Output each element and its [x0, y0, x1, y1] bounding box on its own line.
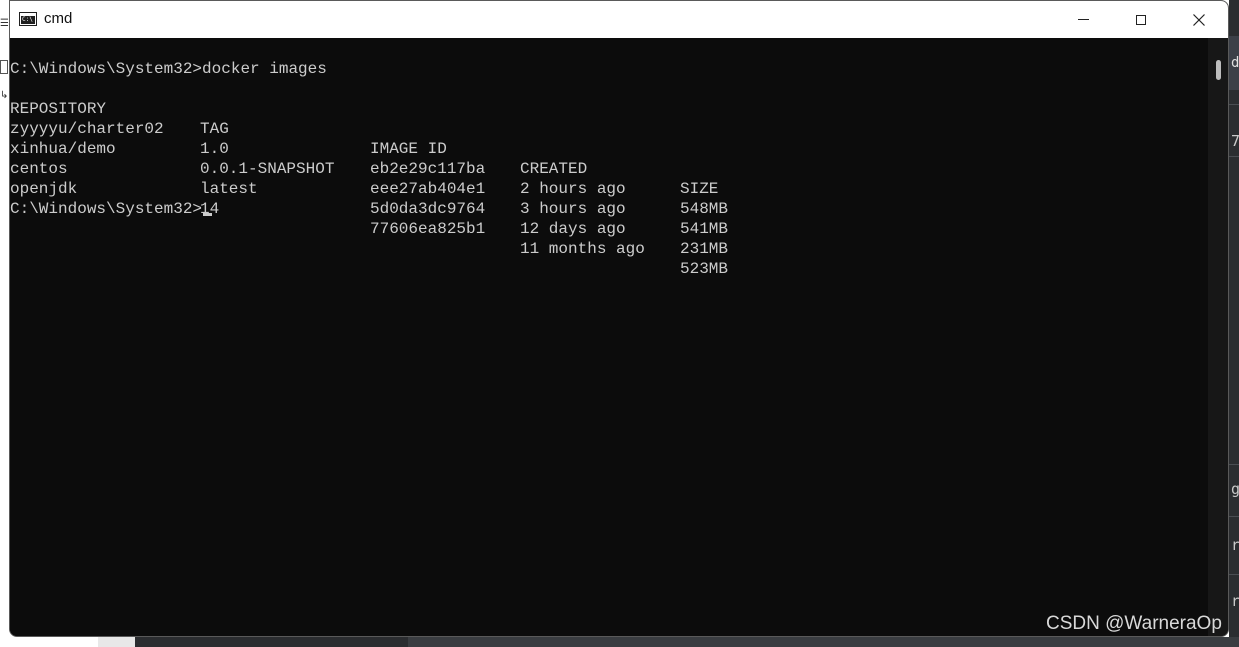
cell-size: 541MB [680, 220, 729, 238]
close-button[interactable] [1170, 1, 1228, 38]
minimize-button[interactable] [1054, 1, 1112, 38]
text-cursor [203, 213, 213, 216]
scrollbar-thumb[interactable] [1216, 60, 1221, 80]
background-divider [1229, 516, 1239, 517]
cell-tag: latest [200, 180, 258, 198]
table-row: centos latest 5d0da3dc9764 12 days ago 2… [10, 139, 1200, 258]
table-row: openjdk 14 77606ea825b1 11 months ago 52… [10, 159, 1200, 278]
cell-size: 231MB [680, 240, 729, 258]
prompt-text: C:\Windows\System32> [10, 200, 203, 218]
desktop: ☰ ↳ d 7 g r r C:\ cmd C:\Windows\System3… [0, 0, 1239, 647]
close-icon [1193, 13, 1205, 26]
cell-created: 12 days ago [520, 220, 626, 238]
command-line: C:\Windows\System32>docker images [10, 60, 327, 78]
background-right-tab: d [1229, 36, 1239, 90]
cell-image-id: 5d0da3dc9764 [370, 200, 486, 218]
background-right-char: r [1231, 536, 1239, 554]
cell-image-id: 77606ea825b1 [370, 220, 486, 238]
background-divider [1229, 156, 1239, 157]
background-divider [1229, 464, 1239, 465]
background-panel-icon [0, 60, 8, 74]
table-row: xinhua/demo 0.0.1-SNAPSHOT eee27ab404e1 … [10, 119, 1200, 238]
menu-icon: ☰ [0, 18, 9, 29]
title-bar[interactable]: C:\ cmd [10, 1, 1228, 38]
window-title: cmd [44, 10, 73, 27]
cell-created: 3 hours ago [520, 200, 626, 218]
cell-repository: openjdk [10, 180, 78, 198]
background-app-left: ☰ ↳ [0, 19, 9, 116]
background-divider [1229, 574, 1239, 575]
prompt-line[interactable]: C:\Windows\System32> [10, 199, 213, 219]
background-bottom-mid [408, 637, 1239, 647]
console-icon-glyph: C:\ [21, 16, 35, 24]
background-right-char: d [1231, 55, 1239, 71]
table-header: REPOSITORY TAG IMAGE ID CREATED SIZE [10, 79, 1200, 198]
minimize-icon [1077, 19, 1089, 20]
background-right-char: r [1231, 592, 1239, 610]
watermark: CSDN @WarneraOp [1046, 613, 1222, 634]
background-divider [1229, 104, 1239, 105]
vertical-scrollbar[interactable] [1208, 38, 1228, 636]
header-size: SIZE [680, 180, 719, 198]
cell-size: 523MB [680, 260, 729, 278]
cell-created: 11 months ago [520, 240, 645, 258]
background-right-char: 7 [1231, 132, 1239, 150]
cell-created: 2 hours ago [520, 180, 626, 198]
background-right-char: g [1231, 480, 1239, 498]
maximize-icon [1136, 14, 1146, 25]
pointer-icon: ↳ [0, 90, 9, 101]
table-row: zyyyyu/charter02 1.0 eb2e29c117ba 2 hour… [10, 99, 1200, 218]
cell-size: 548MB [680, 200, 729, 218]
console-output[interactable]: C:\Windows\System32>docker images REPOSI… [10, 38, 1208, 636]
maximize-button[interactable] [1112, 1, 1170, 38]
cmd-window: C:\ cmd C:\Windows\System32>docker image… [9, 0, 1229, 637]
cell-image-id: eee27ab404e1 [370, 180, 486, 198]
console-icon[interactable]: C:\ [19, 12, 37, 26]
